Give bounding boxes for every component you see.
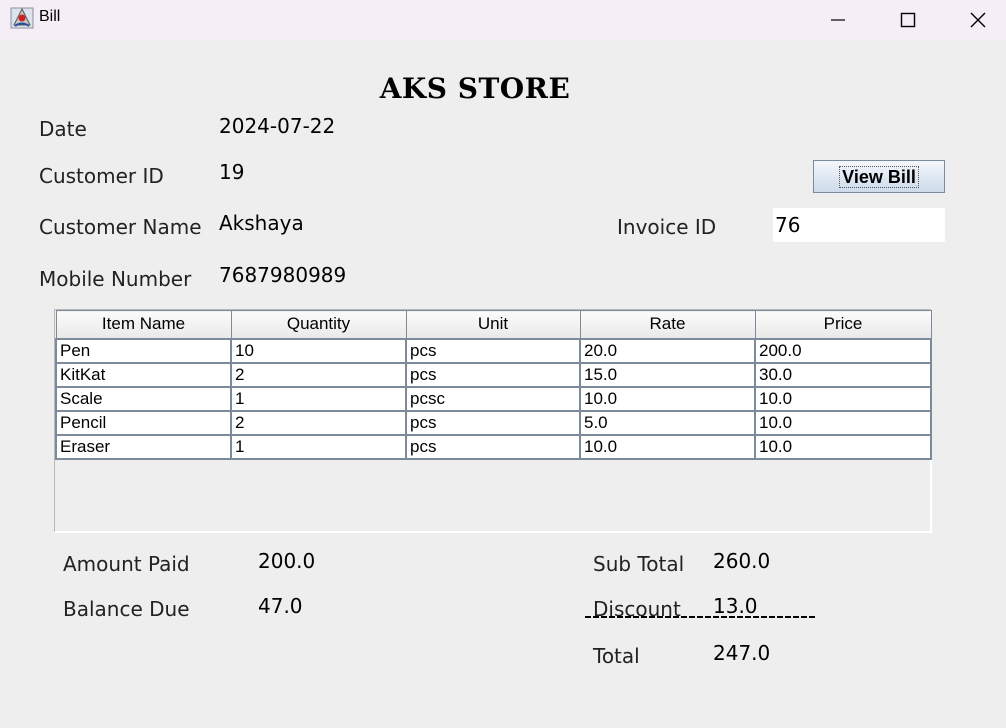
date-label: Date [39, 117, 87, 141]
balance-due-label: Balance Due [63, 597, 190, 621]
invoice-id-field[interactable] [773, 208, 945, 242]
cell-price[interactable]: 200.0 [754, 337, 932, 364]
cell-unit[interactable]: pcs [405, 361, 581, 388]
table-row[interactable]: Pencil 2 pcs 5.0 10.0 [55, 409, 932, 436]
maximize-icon [900, 12, 916, 28]
cell-rate[interactable]: 20.0 [579, 337, 756, 364]
store-title: AKS STORE [379, 72, 571, 105]
window-titlebar: Bill [0, 0, 1006, 40]
cell-unit[interactable]: pcs [405, 409, 581, 436]
cell-quantity[interactable]: 2 [230, 361, 407, 388]
amount-paid-value: 200.0 [258, 549, 316, 573]
minimize-button[interactable] [815, 0, 861, 40]
items-table-container[interactable]: Item Name Quantity Unit Rate Price Pen 1… [54, 309, 932, 533]
sub-total-value: 260.0 [713, 549, 771, 573]
cell-rate[interactable]: 10.0 [579, 433, 756, 460]
close-button[interactable] [955, 0, 1001, 40]
column-header-unit[interactable]: Unit [405, 310, 581, 339]
cell-price[interactable]: 10.0 [754, 433, 932, 460]
customer-id-label: Customer ID [39, 164, 164, 188]
cell-quantity[interactable]: 1 [230, 433, 407, 460]
cell-item-name[interactable]: KitKat [55, 361, 232, 388]
sub-total-label: Sub Total [593, 552, 685, 576]
cell-unit[interactable]: pcs [405, 337, 581, 364]
cell-unit[interactable]: pcs [405, 433, 581, 460]
discount-value: 13.0 [713, 594, 758, 618]
view-bill-label: View Bill [839, 165, 919, 188]
java-app-icon [10, 6, 34, 30]
cell-rate[interactable]: 15.0 [579, 361, 756, 388]
cell-price[interactable]: 10.0 [754, 385, 932, 412]
cell-item-name[interactable]: Pencil [55, 409, 232, 436]
cell-item-name[interactable]: Scale [55, 385, 232, 412]
column-header-item-name[interactable]: Item Name [55, 310, 232, 339]
total-value: 247.0 [713, 641, 771, 665]
cell-price[interactable]: 10.0 [754, 409, 932, 436]
mobile-number-label: Mobile Number [39, 267, 192, 291]
view-bill-button[interactable]: View Bill [813, 160, 945, 193]
amount-paid-label: Amount Paid [63, 552, 190, 576]
table-row[interactable]: Scale 1 pcsc 10.0 10.0 [55, 385, 932, 412]
items-table: Item Name Quantity Unit Rate Price Pen 1… [55, 310, 932, 460]
customer-name-value: Akshaya [219, 211, 304, 235]
cell-price[interactable]: 30.0 [754, 361, 932, 388]
balance-due-value: 47.0 [258, 594, 303, 618]
table-row[interactable]: Eraser 1 pcs 10.0 10.0 [55, 433, 932, 460]
customer-id-value: 19 [219, 160, 245, 184]
date-value: 2024-07-22 [219, 114, 336, 138]
cell-item-name[interactable]: Pen [55, 337, 232, 364]
column-header-quantity[interactable]: Quantity [230, 310, 407, 339]
column-header-rate[interactable]: Rate [579, 310, 756, 339]
total-label: Total [593, 644, 640, 668]
minimize-icon [831, 19, 845, 21]
maximize-button[interactable] [885, 0, 931, 40]
invoice-id-label: Invoice ID [617, 215, 717, 239]
cell-rate[interactable]: 10.0 [579, 385, 756, 412]
table-row[interactable]: KitKat 2 pcs 15.0 30.0 [55, 361, 932, 388]
customer-name-label: Customer Name [39, 215, 202, 239]
table-header-row: Item Name Quantity Unit Rate Price [55, 310, 932, 339]
cell-unit[interactable]: pcsc [405, 385, 581, 412]
table-row[interactable]: Pen 10 pcs 20.0 200.0 [55, 337, 932, 364]
cell-rate[interactable]: 5.0 [579, 409, 756, 436]
cell-quantity[interactable]: 10 [230, 337, 407, 364]
cell-quantity[interactable]: 2 [230, 409, 407, 436]
mobile-number-value: 7687980989 [219, 263, 347, 287]
cell-item-name[interactable]: Eraser [55, 433, 232, 460]
column-header-price[interactable]: Price [754, 310, 932, 339]
close-icon [970, 12, 986, 28]
cell-quantity[interactable]: 1 [230, 385, 407, 412]
total-separator-line [585, 616, 817, 618]
window-title: Bill [39, 8, 61, 25]
